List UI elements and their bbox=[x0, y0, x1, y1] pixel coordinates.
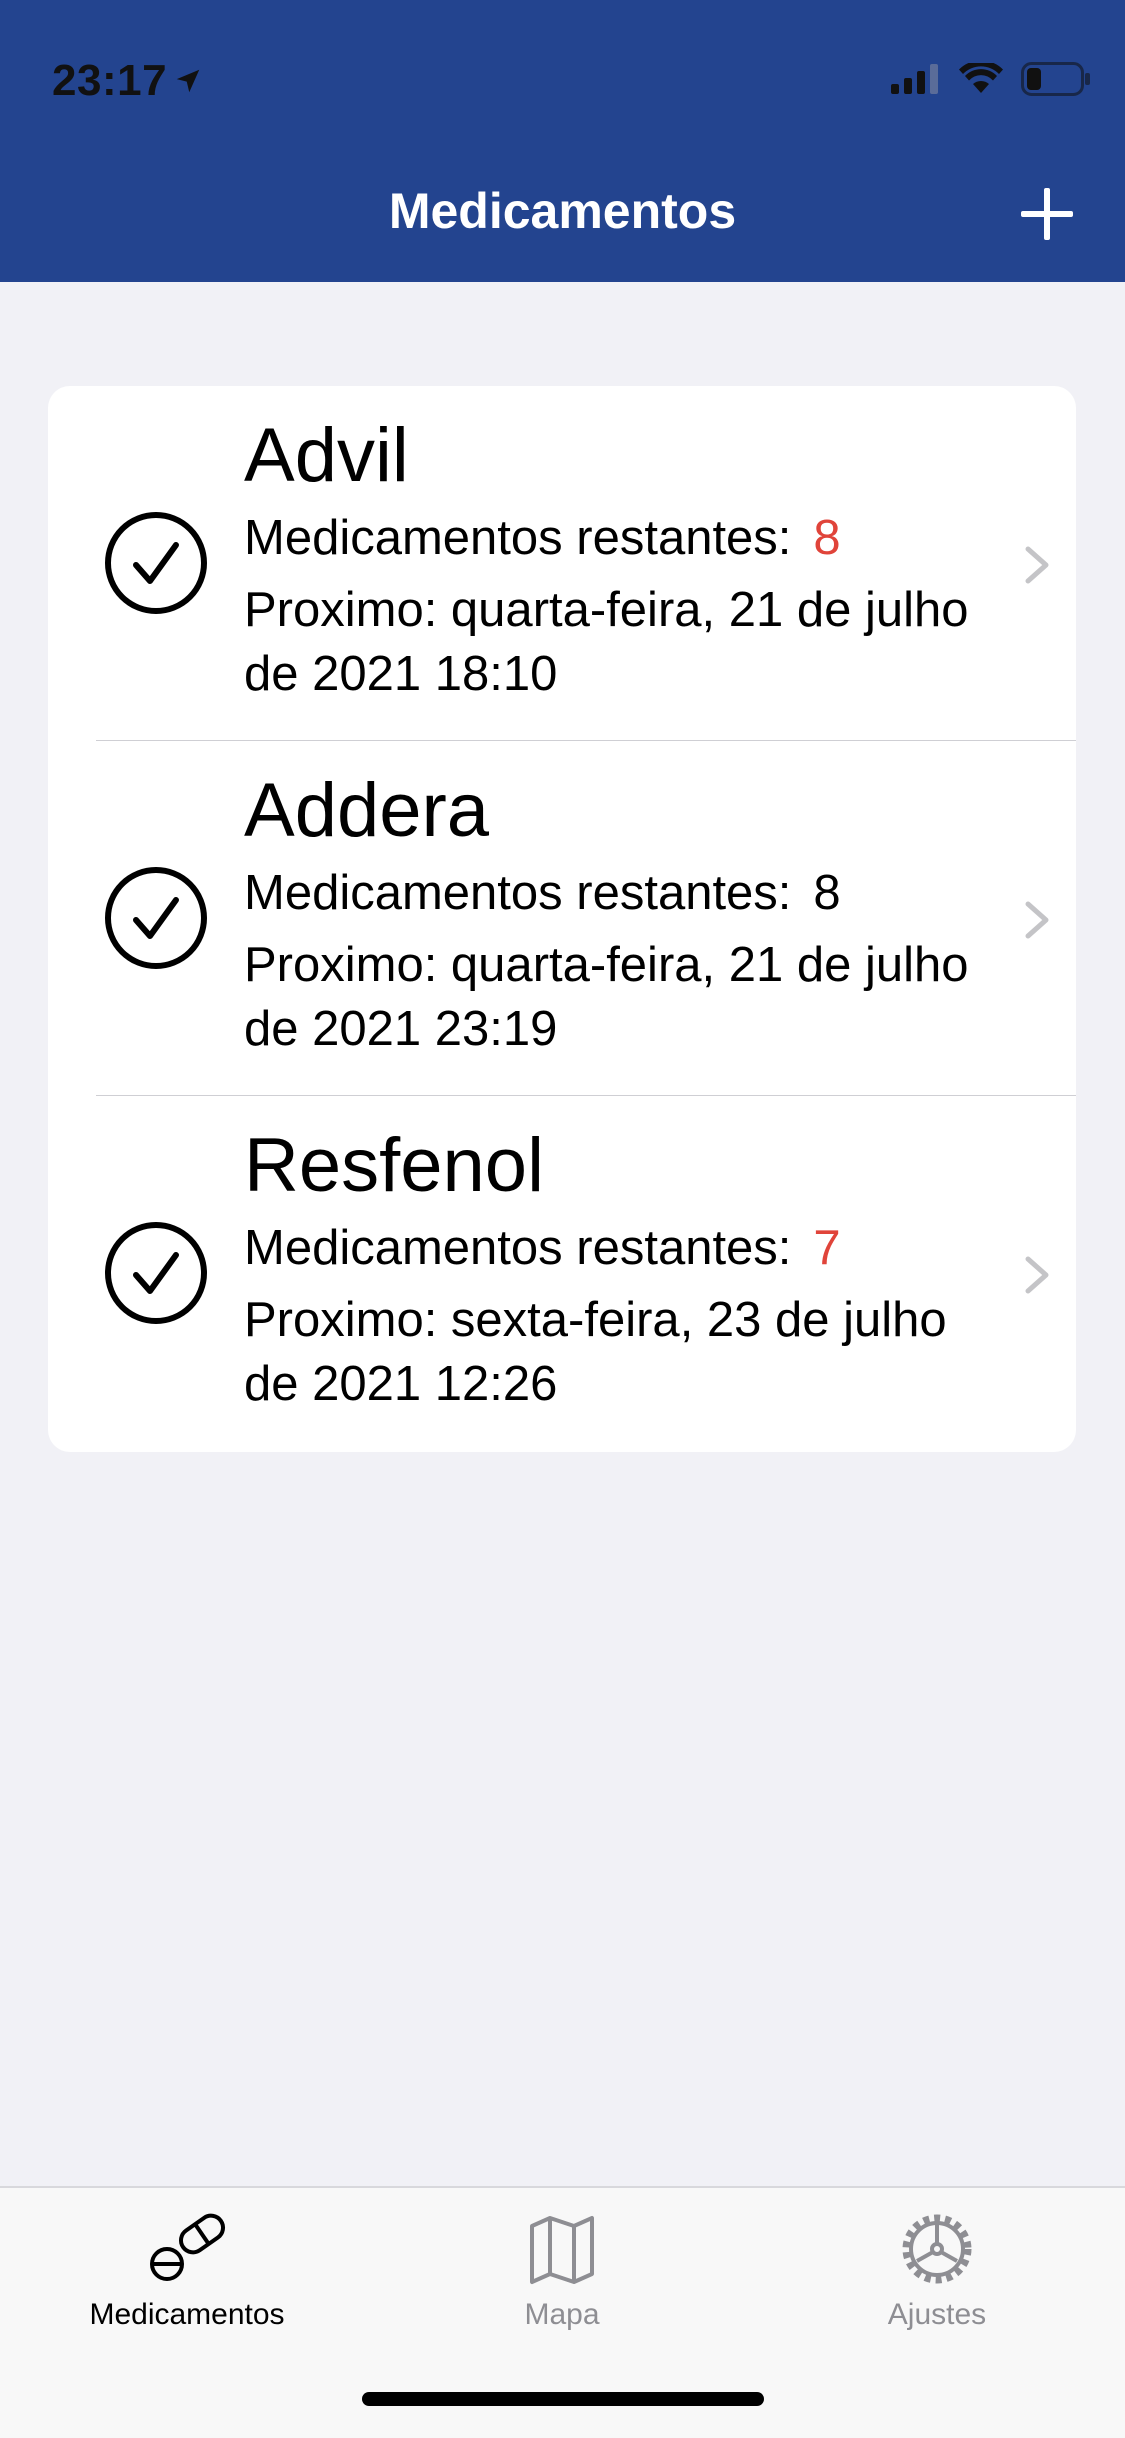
status-bar-time: 23:17 bbox=[52, 56, 203, 106]
tab-label: Ajustes bbox=[887, 2298, 987, 2331]
next-dose-line-2: de 2021 18:10 bbox=[244, 647, 558, 701]
medication-list: Advil Medicamentos restantes: 8 Proximo: … bbox=[48, 386, 1076, 1452]
chevron-right-icon bbox=[1025, 546, 1049, 584]
add-medication-button[interactable] bbox=[1019, 186, 1075, 242]
remaining-count: 7 bbox=[813, 1221, 841, 1275]
remaining-line: Medicamentos restantes: 8 bbox=[244, 508, 1024, 568]
home-indicator bbox=[362, 2392, 764, 2406]
medication-name: Resfenol bbox=[244, 1123, 544, 1208]
medication-details: Addera Medicamentos restantes: 8 Proximo:… bbox=[244, 765, 1024, 1061]
medication-details: Resfenol Medicamentos restantes: 7 Proxim… bbox=[244, 1120, 1024, 1416]
chevron-right-icon bbox=[1025, 1256, 1049, 1294]
checkmark-circle-icon bbox=[105, 867, 207, 969]
remaining-label: Medicamentos restantes: bbox=[244, 866, 792, 920]
checkmark-circle-icon bbox=[105, 512, 207, 614]
map-icon bbox=[530, 2216, 594, 2284]
remaining-count: 8 bbox=[813, 866, 841, 920]
gear-icon bbox=[902, 2214, 972, 2284]
next-dose: Proximo: quarta-feira, 21 de julho de 20… bbox=[244, 933, 1024, 1061]
plus-icon bbox=[1021, 188, 1073, 240]
checkmark-circle-icon bbox=[105, 1222, 207, 1324]
pills-icon bbox=[150, 2213, 226, 2281]
tab-label: Medicamentos bbox=[89, 2298, 285, 2331]
tab-label: Mapa bbox=[524, 2298, 600, 2331]
remaining-label: Medicamentos restantes: bbox=[244, 1221, 792, 1275]
wifi-icon bbox=[959, 63, 1003, 93]
page-title: Medicamentos bbox=[388, 183, 737, 239]
navigation-header: 23:17 Medicamentos bbox=[0, 0, 1125, 282]
medication-row-addera[interactable]: Addera Medicamentos restantes: 8 Proximo:… bbox=[48, 741, 1076, 1096]
next-dose-line-1: Proximo: quarta-feira, 21 de julho bbox=[244, 938, 969, 992]
next-dose: Proximo: sexta-feira, 23 de julho de 202… bbox=[244, 1288, 1024, 1416]
next-dose-line-2: de 2021 12:26 bbox=[244, 1357, 558, 1411]
chevron-right-icon bbox=[1025, 901, 1049, 939]
tab-mapa[interactable]: Mapa bbox=[412, 2212, 712, 2332]
next-dose: Proximo: quarta-feira, 21 de julho de 20… bbox=[244, 578, 1024, 706]
status-bar-indicators bbox=[891, 62, 1091, 96]
remaining-line: Medicamentos restantes: 8 bbox=[244, 863, 1024, 923]
medication-row-resfenol[interactable]: Resfenol Medicamentos restantes: 7 Proxim… bbox=[48, 1096, 1076, 1451]
remaining-count: 8 bbox=[813, 511, 841, 565]
medication-name: Addera bbox=[244, 768, 490, 853]
remaining-label: Medicamentos restantes: bbox=[244, 511, 792, 565]
tab-ajustes[interactable]: Ajustes bbox=[787, 2212, 1087, 2332]
remaining-line: Medicamentos restantes: 7 bbox=[244, 1218, 1024, 1278]
battery-low-icon bbox=[1021, 62, 1090, 96]
location-arrow-icon bbox=[176, 69, 200, 93]
next-dose-line-2: de 2021 23:19 bbox=[244, 1002, 558, 1056]
medication-details: Advil Medicamentos restantes: 8 Proximo: … bbox=[244, 410, 1024, 706]
next-dose-line-1: Proximo: quarta-feira, 21 de julho bbox=[244, 583, 969, 637]
medication-row-advil[interactable]: Advil Medicamentos restantes: 8 Proximo: … bbox=[48, 386, 1076, 741]
cellular-signal-icon bbox=[891, 64, 938, 94]
next-dose-line-1: Proximo: sexta-feira, 23 de julho bbox=[244, 1293, 947, 1347]
status-time-text: 23:17 bbox=[52, 56, 168, 105]
medication-name: Advil bbox=[244, 413, 409, 498]
tab-medicamentos[interactable]: Medicamentos bbox=[37, 2212, 337, 2332]
